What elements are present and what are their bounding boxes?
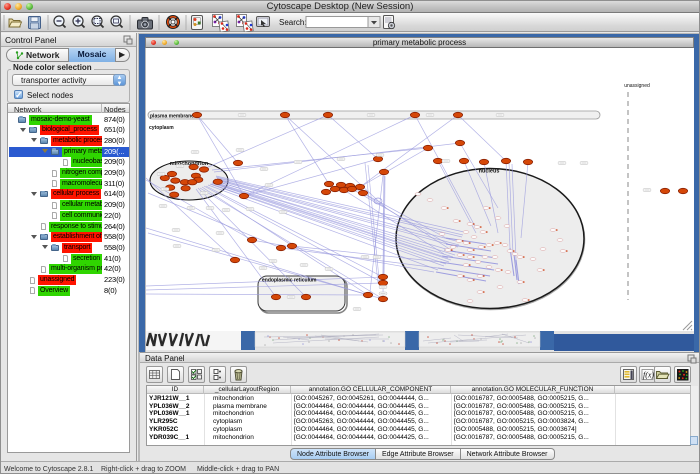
svg-text:plasma membrane: plasma membrane (150, 114, 194, 120)
svg-text:cytoplasm: cytoplasm (149, 125, 174, 131)
svg-text:f(x): f(x) (643, 371, 654, 380)
svg-text:Search:: Search: (279, 18, 307, 27)
svg-text:nucleus: nucleus (479, 169, 500, 175)
svg-text:endoplasmic reticulum: endoplasmic reticulum (262, 278, 317, 284)
svg-text:unassigned: unassigned (624, 83, 650, 89)
